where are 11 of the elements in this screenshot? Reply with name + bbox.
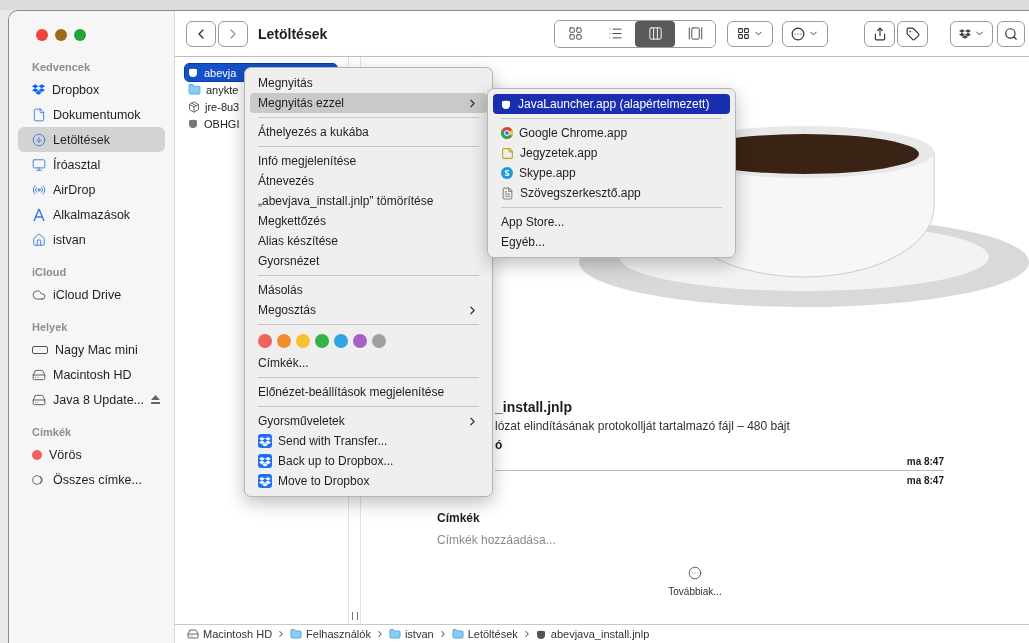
info-heading: ó [495, 438, 503, 452]
sidebar-heading: Kedvencek [31, 60, 92, 75]
file-title: _install.jnlp [495, 399, 573, 415]
window-title: Letöltések [258, 25, 328, 42]
tags-heading: Címkék [437, 511, 481, 525]
sidebar-heading: iCloud [31, 265, 68, 280]
date-value: ma 8:47 [495, 452, 944, 471]
sidebar-heading: Címkék [31, 425, 73, 440]
file-description: lózat elindításának protokollját tartalmazó fájl – 480 bájt [495, 419, 791, 433]
sidebar-heading: Helyek [31, 320, 69, 335]
date-value: ma 8:47 [905, 474, 944, 488]
